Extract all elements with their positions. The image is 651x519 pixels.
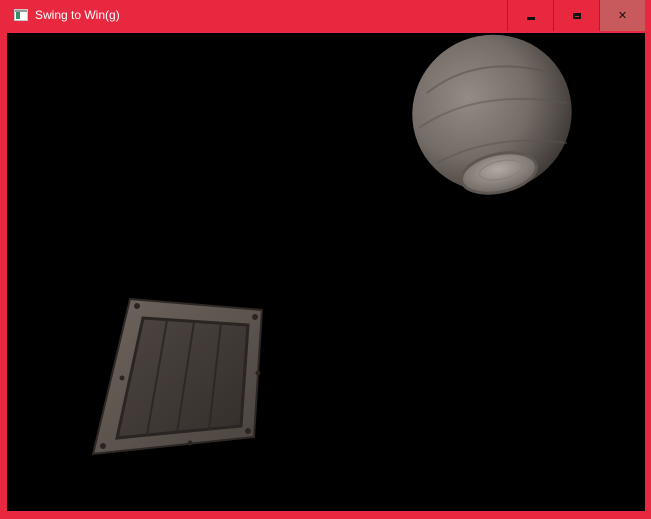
game-viewport[interactable] xyxy=(7,33,645,511)
wooden-barrel xyxy=(412,34,572,195)
close-icon: ✕ xyxy=(617,9,628,22)
app-window: Swing to Win(g) ✕ xyxy=(0,0,651,519)
wooden-crate xyxy=(91,297,264,456)
scene-canvas xyxy=(91,34,572,456)
crate-nail xyxy=(245,428,251,434)
minimize-button[interactable] xyxy=(507,0,553,31)
title-bar[interactable]: Swing to Win(g) ✕ xyxy=(0,0,651,31)
window-controls: ✕ xyxy=(507,0,645,31)
crate-nail xyxy=(119,375,125,381)
maximize-button[interactable] xyxy=(553,0,599,31)
crate-nail xyxy=(100,443,106,449)
app-icon[interactable] xyxy=(14,9,28,21)
minimize-icon xyxy=(526,17,535,20)
crate-nail xyxy=(134,303,140,309)
crate-nail xyxy=(187,440,193,446)
crate-nail xyxy=(252,314,258,320)
window-title: Swing to Win(g) xyxy=(35,8,120,22)
maximize-icon xyxy=(572,12,581,19)
close-button[interactable]: ✕ xyxy=(599,0,645,31)
crate-nail xyxy=(255,370,261,376)
